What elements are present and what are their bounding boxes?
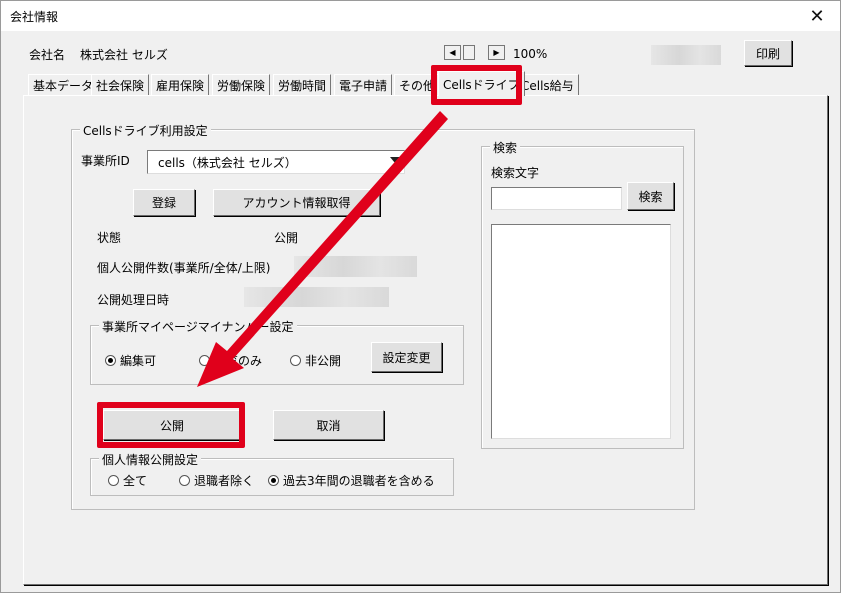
company-info-window: 会社情報 ✕ 会社名 株式会社 セルズ ◀ ▶ 100% 印刷 基本データ 社会… <box>0 0 841 593</box>
arrow-icon <box>197 111 448 387</box>
annotation-arrow <box>197 111 448 387</box>
